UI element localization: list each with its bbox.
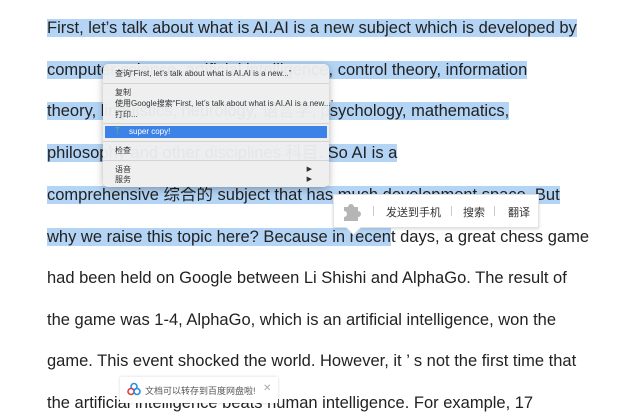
- send-to-phone-button[interactable]: 发送到手机: [386, 204, 441, 220]
- toast-message: 文档可以转存到百度网盘啦!: [145, 386, 256, 396]
- unselected-text: the game was 1-4, AlphaGo, which is an a…: [47, 311, 557, 329]
- unselected-text: t days, a great chess game: [390, 228, 590, 246]
- divider: [494, 206, 495, 216]
- baidu-pan-toast: 文档可以转存到百度网盘啦! ✕: [120, 377, 278, 403]
- close-icon[interactable]: ✕: [263, 383, 271, 394]
- menu-divider: [103, 123, 329, 124]
- menu-item-google-search[interactable]: 使用Google搜索“First, let’s talk about what …: [115, 98, 333, 109]
- menu-divider: [103, 83, 329, 84]
- menu-item-print[interactable]: 打印...: [115, 109, 138, 120]
- menu-item-services[interactable]: 服务 ▶: [115, 174, 320, 185]
- menu-divider: [103, 141, 329, 142]
- translate-button[interactable]: 翻译: [508, 204, 530, 220]
- baidu-cloud-icon: [127, 382, 141, 398]
- menu-item-lookup[interactable]: 查询“First, let’s talk about what is AI.AI…: [115, 68, 291, 79]
- text-line: the game was 1-4, AlphaGo, which is an a…: [47, 308, 556, 332]
- text-line: had been held on Google between Li Shish…: [47, 266, 567, 290]
- context-menu: 查询“First, let’s talk about what is AI.AI…: [103, 64, 333, 187]
- search-button[interactable]: 搜索: [463, 204, 485, 220]
- menu-item-super-copy[interactable]: ᛠ super copy!: [105, 126, 327, 138]
- selected-text[interactable]: why we raise this topic here? Because in…: [47, 228, 391, 246]
- text-line: why we raise this topic here? Because in…: [47, 225, 589, 249]
- sprout-icon: ᛠ: [115, 126, 120, 135]
- text-line: First, let’s talk about what is AI.AI is…: [47, 16, 577, 40]
- selected-text[interactable]: First, let’s talk about what is AI.AI is…: [47, 19, 577, 37]
- submenu-arrow-icon: ▶: [306, 176, 312, 183]
- unselected-text: had been held on Google between Li Shish…: [47, 269, 567, 287]
- menu-divider: [103, 160, 329, 161]
- menu-item-copy[interactable]: 复制: [115, 87, 131, 98]
- text-line: game. This event shocked the world. Howe…: [47, 349, 576, 373]
- menu-item-inspect[interactable]: 检查: [115, 145, 131, 156]
- puzzle-extension-icon[interactable]: [340, 200, 362, 222]
- divider: [373, 206, 374, 216]
- unselected-text: game. This event shocked the world. Howe…: [47, 352, 577, 370]
- divider: [451, 206, 452, 216]
- selection-toolbar: 发送到手机 搜索 翻译: [333, 194, 539, 236]
